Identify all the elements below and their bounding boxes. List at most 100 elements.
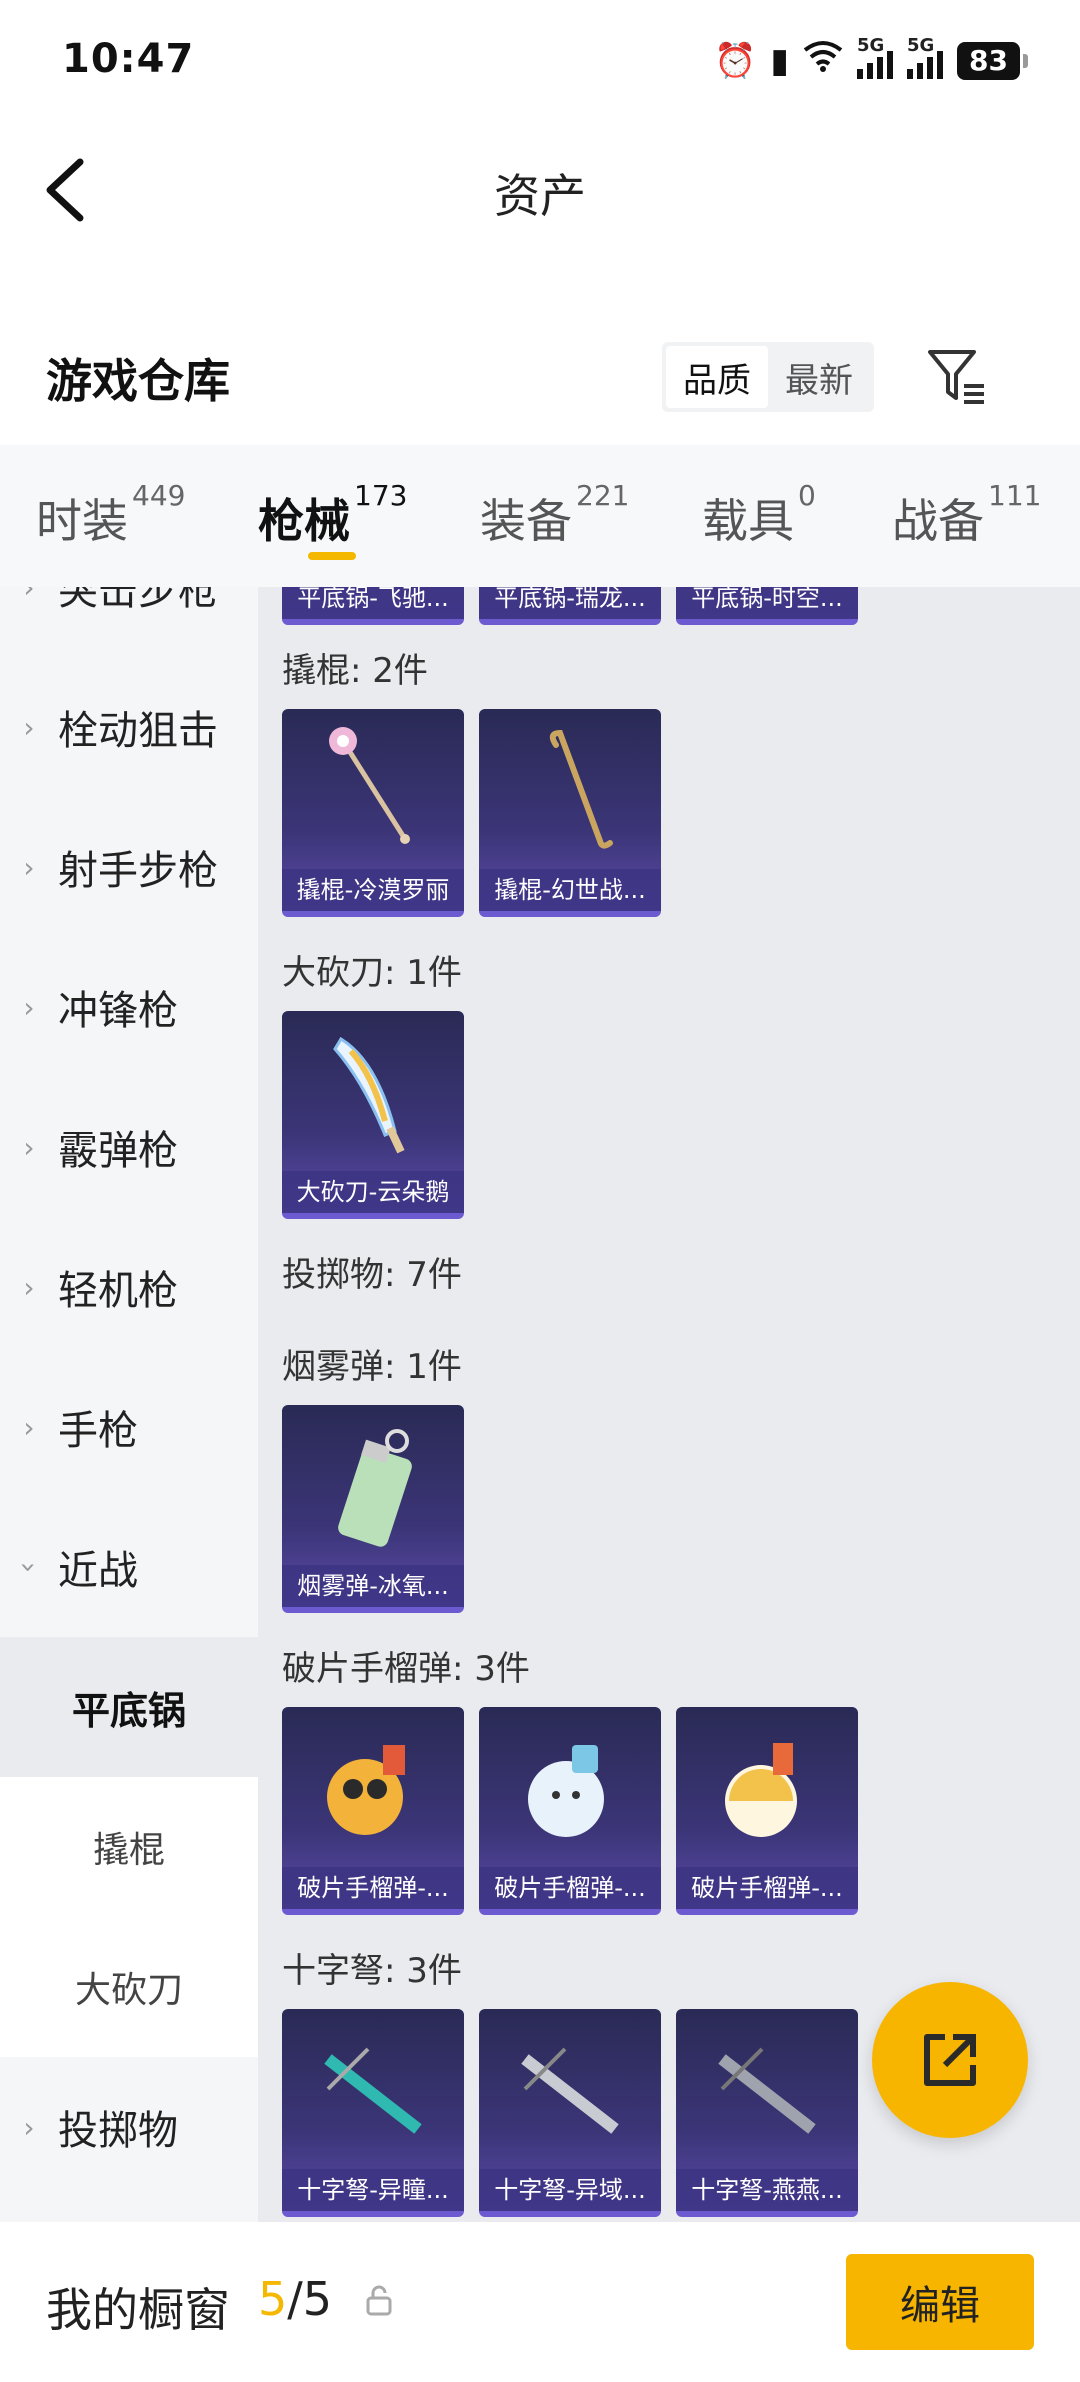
item-card[interactable]: 破片手榴弹-... — [282, 1707, 464, 1915]
sidebar-item-label: 近战 — [58, 1548, 138, 1594]
item-name: 十字弩-燕燕... — [676, 2169, 858, 2211]
item-name: 破片手榴弹-... — [479, 1867, 661, 1909]
item-card[interactable]: 破片手榴弹-... — [676, 1707, 858, 1915]
sidebar-item-melee[interactable]: › 近战 — [0, 1497, 258, 1637]
sidebar-item-label: 手枪 — [58, 1408, 138, 1454]
tab-label: 战备 — [892, 494, 984, 548]
tab-fashion[interactable]: 时装 449 — [36, 479, 185, 551]
sidebar-item-shotgun[interactable]: › 霰弹枪 — [0, 1077, 258, 1217]
showcase-total: /5 — [287, 2272, 333, 2326]
page-header: 资产 — [0, 130, 1080, 250]
machete-icon — [282, 1011, 464, 1171]
sidebar-item-bolt-sniper[interactable]: › 栓动狙击 — [0, 657, 258, 797]
tab-count: 173 — [354, 479, 408, 512]
item-grid: 平底锅-飞驰... 平底锅-瑞龙... 平底锅-时空... 撬棍: 2件 撬棍-… — [258, 587, 1080, 2222]
item-card[interactable]: 撬棍-冷漠罗丽 — [282, 709, 464, 917]
scepter-icon — [282, 709, 464, 869]
smoke-grenade-icon — [282, 1405, 464, 1565]
item-name: 平底锅-飞驰... — [282, 587, 464, 619]
section-title: 撬棍: 2件 — [282, 651, 428, 691]
tab-equipment[interactable]: 装备 221 — [480, 479, 629, 551]
item-name: 撬棍-幻世战... — [479, 869, 661, 911]
showcase-current: 5 — [258, 2272, 288, 2326]
edit-button[interactable]: 编辑 — [846, 2254, 1034, 2350]
tab-guns[interactable]: 枪械 173 — [258, 479, 407, 551]
item-name: 破片手榴弹-... — [676, 1867, 858, 1909]
tab-vehicles[interactable]: 载具 0 — [702, 479, 816, 551]
item-card[interactable]: 平底锅-瑞龙... — [479, 587, 661, 625]
tab-label: 枪械 — [258, 494, 350, 548]
item-name: 平底锅-时空... — [676, 587, 858, 619]
tab-label: 载具 — [702, 494, 794, 548]
crossbow-icon — [676, 2009, 858, 2169]
item-card[interactable]: 十字弩-异域... — [479, 2009, 661, 2217]
lock-icon — [366, 2285, 392, 2316]
tab-count: 111 — [988, 479, 1042, 512]
item-card[interactable]: 大砍刀-云朵鹅 — [282, 1011, 464, 1219]
status-bar: 10:47 ⏰ ▮ 5G 5G 83 — [0, 0, 1080, 120]
signal-label-2: 5G — [907, 34, 935, 56]
sidebar-item-lmg[interactable]: › 轻机枪 — [0, 1217, 258, 1357]
tab-count: 0 — [798, 479, 816, 512]
item-name: 烟雾弹-冰氧... — [282, 1565, 464, 1607]
status-time: 10:47 — [62, 36, 195, 82]
vibrate-icon: ▮ — [770, 40, 790, 81]
sidebar-item-label: 冲锋枪 — [58, 988, 178, 1034]
active-tab-indicator — [308, 552, 356, 560]
item-card[interactable]: 破片手榴弹-... — [479, 1707, 661, 1915]
sidebar-item-smg[interactable]: › 冲锋枪 — [0, 937, 258, 1077]
grenade-icon — [676, 1707, 858, 1867]
item-card[interactable]: 十字弩-异瞳... — [282, 2009, 464, 2217]
tab-supplies[interactable]: 战备 111 — [892, 479, 1041, 551]
section-title: 投掷物: 7件 — [282, 1255, 462, 1295]
sidebar: › 突击步枪 › 栓动狙击 › 射手步枪 › 冲锋枪 › 霰弹枪 › 轻机枪 › 手枪 › 近战… — [0, 587, 258, 2222]
crossbow-icon — [479, 2009, 661, 2169]
sort-quality-button[interactable]: 品质 — [666, 346, 768, 408]
sidebar-item-throwables[interactable]: › 投掷物 — [0, 2057, 258, 2197]
section-title: 烟雾弹: 1件 — [282, 1347, 462, 1387]
external-link-icon — [924, 2034, 976, 2086]
sidebar-item-label: 霰弹枪 — [58, 1128, 178, 1174]
battery-icon: 83 — [957, 41, 1028, 80]
sidebar-item-label: 射手步枪 — [58, 848, 218, 894]
item-name: 平底锅-瑞龙... — [479, 587, 661, 619]
signal-label: 5G — [857, 34, 885, 56]
grenade-icon — [282, 1707, 464, 1867]
tab-label: 装备 — [480, 494, 572, 548]
sort-latest-button[interactable]: 最新 — [768, 346, 870, 408]
chevron-right-icon: › — [23, 2110, 35, 2144]
page-title: 资产 — [494, 169, 586, 223]
showcase-bar: 我的橱窗 5/5 编辑 — [0, 2222, 1080, 2382]
item-name: 破片手榴弹-... — [282, 1867, 464, 1909]
chevron-right-icon: › — [23, 1410, 35, 1444]
section-title: 破片手榴弹: 3件 — [282, 1649, 530, 1689]
chevron-right-icon: › — [23, 1270, 35, 1304]
item-name: 撬棍-冷漠罗丽 — [282, 869, 464, 911]
chevron-down-icon: › — [12, 1561, 46, 1573]
item-card[interactable]: 平底锅-飞驰... — [282, 587, 464, 625]
sidebar-item-assault-rifle[interactable]: › 突击步枪 — [0, 587, 258, 657]
item-card[interactable]: 烟雾弹-冰氧... — [282, 1405, 464, 1613]
item-card[interactable]: 十字弩-燕燕... — [676, 2009, 858, 2217]
chevron-right-icon: › — [23, 850, 35, 884]
sidebar-sub-crowbar[interactable]: 撬棍 — [0, 1777, 258, 1917]
sidebar-sub-machete[interactable]: 大砍刀 — [0, 1917, 258, 2057]
chevron-right-icon: › — [23, 587, 35, 604]
sidebar-item-marksman-rifle[interactable]: › 射手步枪 — [0, 797, 258, 937]
section-title: 大砍刀: 1件 — [282, 953, 462, 993]
item-name: 大砍刀-云朵鹅 — [282, 1171, 464, 1213]
status-icons: ⏰ ▮ 5G 5G 83 — [713, 35, 1028, 81]
wifi-icon — [803, 40, 843, 81]
filter-button[interactable] — [926, 346, 988, 408]
item-card[interactable]: 平底锅-时空... — [676, 587, 858, 625]
chevron-right-icon: › — [23, 1130, 35, 1164]
share-button[interactable] — [872, 1982, 1028, 2138]
section-title: 十字弩: 3件 — [282, 1951, 462, 1991]
sidebar-item-pistol[interactable]: › 手枪 — [0, 1357, 258, 1497]
warehouse-title: 游戏仓库 — [46, 354, 230, 408]
tab-label: 时装 — [36, 494, 128, 548]
sidebar-item-label: 栓动狙击 — [58, 708, 218, 754]
alarm-icon: ⏰ — [713, 40, 757, 81]
sidebar-sub-pan[interactable]: 平底锅 — [0, 1637, 258, 1777]
item-card[interactable]: 撬棍-幻世战... — [479, 709, 661, 917]
